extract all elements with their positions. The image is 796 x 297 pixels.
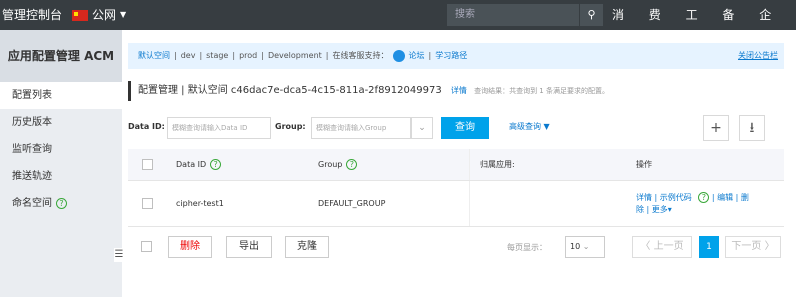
footer-select-all-checkbox[interactable] bbox=[141, 241, 152, 252]
table-header: Data ID? Group? 归属应用: 操作 bbox=[128, 149, 784, 181]
advanced-query-link[interactable]: 高级查询 ▼ bbox=[509, 121, 550, 132]
config-table: Data ID? Group? 归属应用: 操作 cipher-test1 DE… bbox=[128, 149, 784, 227]
page-title: 配置管理 | 默认空间 c46dac7e-dca5-4c15-811a-2f89… bbox=[138, 85, 442, 96]
table-footer: 删除 导出 克隆 每页显示： 10 ⌄ 〈 上一页 1 下一页 〉 bbox=[128, 236, 784, 262]
sidebar-item-push-trace[interactable]: 推送轨迹 bbox=[0, 163, 122, 190]
delete-button[interactable]: 删除 bbox=[168, 236, 212, 258]
cell-dataid: cipher-test1 bbox=[176, 199, 224, 208]
import-icon[interactable]: ⭳ bbox=[739, 115, 765, 141]
row-actions-line1[interactable]: 详情 | 示例代码 bbox=[636, 193, 692, 202]
select-all-checkbox[interactable] bbox=[141, 159, 153, 170]
table-row: cipher-test1 DEFAULT_GROUP 详情 | 示例代码 ? |… bbox=[128, 181, 784, 227]
filter-bar: Data ID: 模糊查询请输入Data ID Group: 模糊查询请输入Gr… bbox=[128, 115, 784, 141]
cell-group: DEFAULT_GROUP bbox=[316, 181, 470, 226]
sidebar: 应用配置管理 ACM 配置列表 历史版本 监听查询 推送轨迹 命名空间? bbox=[0, 30, 122, 297]
current-page-button[interactable]: 1 bbox=[699, 236, 719, 258]
main-content: 默认空间 | dev | stage | prod | Development | 在线客… bbox=[128, 30, 796, 297]
sidebar-item-label: 命名空间 bbox=[12, 198, 52, 209]
sidebar-collapse-icon[interactable]: ☰ bbox=[114, 248, 124, 262]
help-icon[interactable]: ? bbox=[210, 159, 222, 170]
page-header: 配置管理 | 默认空间 c46dac7e-dca5-4c15-811a-2f89… bbox=[128, 81, 784, 101]
prev-page-button[interactable]: 〈 上一页 bbox=[632, 236, 692, 258]
caret-down-icon: ▼ bbox=[120, 10, 127, 19]
sidebar-item-label: 推送轨迹 bbox=[12, 171, 52, 182]
help-icon[interactable]: ? bbox=[56, 197, 67, 209]
per-page-label: 每页显示： bbox=[507, 243, 547, 252]
china-flag-icon bbox=[72, 9, 88, 21]
row-checkbox[interactable] bbox=[141, 198, 153, 209]
region-selector[interactable]: 公网 ▼ bbox=[72, 0, 126, 30]
column-header-ops: 操作 bbox=[636, 160, 652, 169]
qq-icon[interactable] bbox=[392, 50, 405, 62]
learning-path-link[interactable]: 学习路径 bbox=[435, 43, 467, 69]
console-title[interactable]: 管理控制台 bbox=[0, 0, 62, 30]
top-bar: 管理控制台 公网 ▼ 搜索 ⚲ 消息 费用 工单 备案 企业 bbox=[0, 0, 796, 52]
forum-link[interactable]: 论坛 bbox=[409, 43, 425, 69]
group-input[interactable]: 模糊查询请输入Group bbox=[311, 117, 411, 139]
sidebar-item-config-list[interactable]: 配置列表 bbox=[0, 82, 122, 109]
export-button[interactable]: 导出 bbox=[226, 236, 272, 258]
namespace-link-development[interactable]: Development bbox=[268, 43, 322, 69]
cell-app bbox=[470, 181, 626, 226]
sidebar-item-label: 历史版本 bbox=[12, 117, 52, 128]
region-label: 公网 bbox=[92, 8, 117, 22]
sidebar-title: 应用配置管理 ACM bbox=[0, 30, 122, 82]
row-actions-line1b[interactable]: | 编辑 | 删 bbox=[712, 193, 749, 202]
namespace-detail-link[interactable]: 详情 bbox=[451, 86, 467, 95]
column-header-app: 归属应用: bbox=[480, 160, 515, 169]
row-actions-line2[interactable]: 除 | 更多▾ bbox=[636, 205, 672, 214]
support-label: 在线客服支持： bbox=[332, 51, 389, 60]
nav-icp[interactable]: 备案 bbox=[722, 0, 745, 52]
nav-billing[interactable]: 费用 bbox=[649, 0, 672, 52]
nav-messages[interactable]: 消息 bbox=[612, 0, 635, 52]
namespace-link-default[interactable]: 默认空间 bbox=[138, 43, 170, 69]
sidebar-item-namespace[interactable]: 命名空间? bbox=[0, 190, 122, 217]
namespace-link-dev[interactable]: dev bbox=[181, 43, 196, 69]
namespace-link-stage[interactable]: stage bbox=[206, 43, 228, 69]
per-page-select[interactable]: 10 ⌄ bbox=[565, 236, 605, 258]
top-nav: 消息 费用 工单 备案 企业 bbox=[612, 0, 796, 52]
help-icon[interactable]: ? bbox=[698, 191, 710, 203]
chevron-down-icon[interactable]: ⌄ bbox=[411, 117, 433, 139]
query-result-text: 查询结果：共查询到 1 条满足要求的配置。 bbox=[474, 87, 609, 95]
notice-bar: 默认空间 | dev | stage | prod | Development | 在线客… bbox=[128, 43, 784, 69]
sidebar-item-history[interactable]: 历史版本 bbox=[0, 109, 122, 136]
sidebar-item-listener[interactable]: 监听查询 bbox=[0, 136, 122, 163]
close-notice-link[interactable]: 关闭公告栏 bbox=[738, 43, 778, 69]
nav-enterprise[interactable]: 企业 bbox=[759, 0, 782, 52]
next-page-button[interactable]: 下一页 〉 bbox=[725, 236, 781, 258]
help-icon[interactable]: ? bbox=[346, 159, 358, 170]
dataid-input[interactable]: 模糊查询请输入Data ID bbox=[167, 117, 271, 139]
search-icon[interactable]: ⚲ bbox=[579, 4, 603, 26]
group-label: Group: bbox=[275, 122, 306, 131]
nav-tickets[interactable]: 工单 bbox=[686, 0, 709, 52]
namespace-link-prod[interactable]: prod bbox=[239, 43, 257, 69]
sidebar-item-label: 配置列表 bbox=[12, 90, 52, 101]
dataid-label: Data ID: bbox=[128, 122, 165, 131]
sidebar-item-label: 监听查询 bbox=[12, 144, 52, 155]
query-button[interactable]: 查询 bbox=[441, 117, 489, 139]
column-header-dataid: Data ID? bbox=[166, 149, 316, 180]
row-actions[interactable]: 详情 | 示例代码 ? | 编辑 | 删 除 | 更多▾ bbox=[636, 191, 749, 216]
add-icon[interactable]: + bbox=[703, 115, 729, 141]
clone-button[interactable]: 克隆 bbox=[285, 236, 329, 258]
column-header-group: Group? bbox=[316, 149, 470, 180]
chevron-down-icon: ⌄ bbox=[582, 242, 590, 251]
